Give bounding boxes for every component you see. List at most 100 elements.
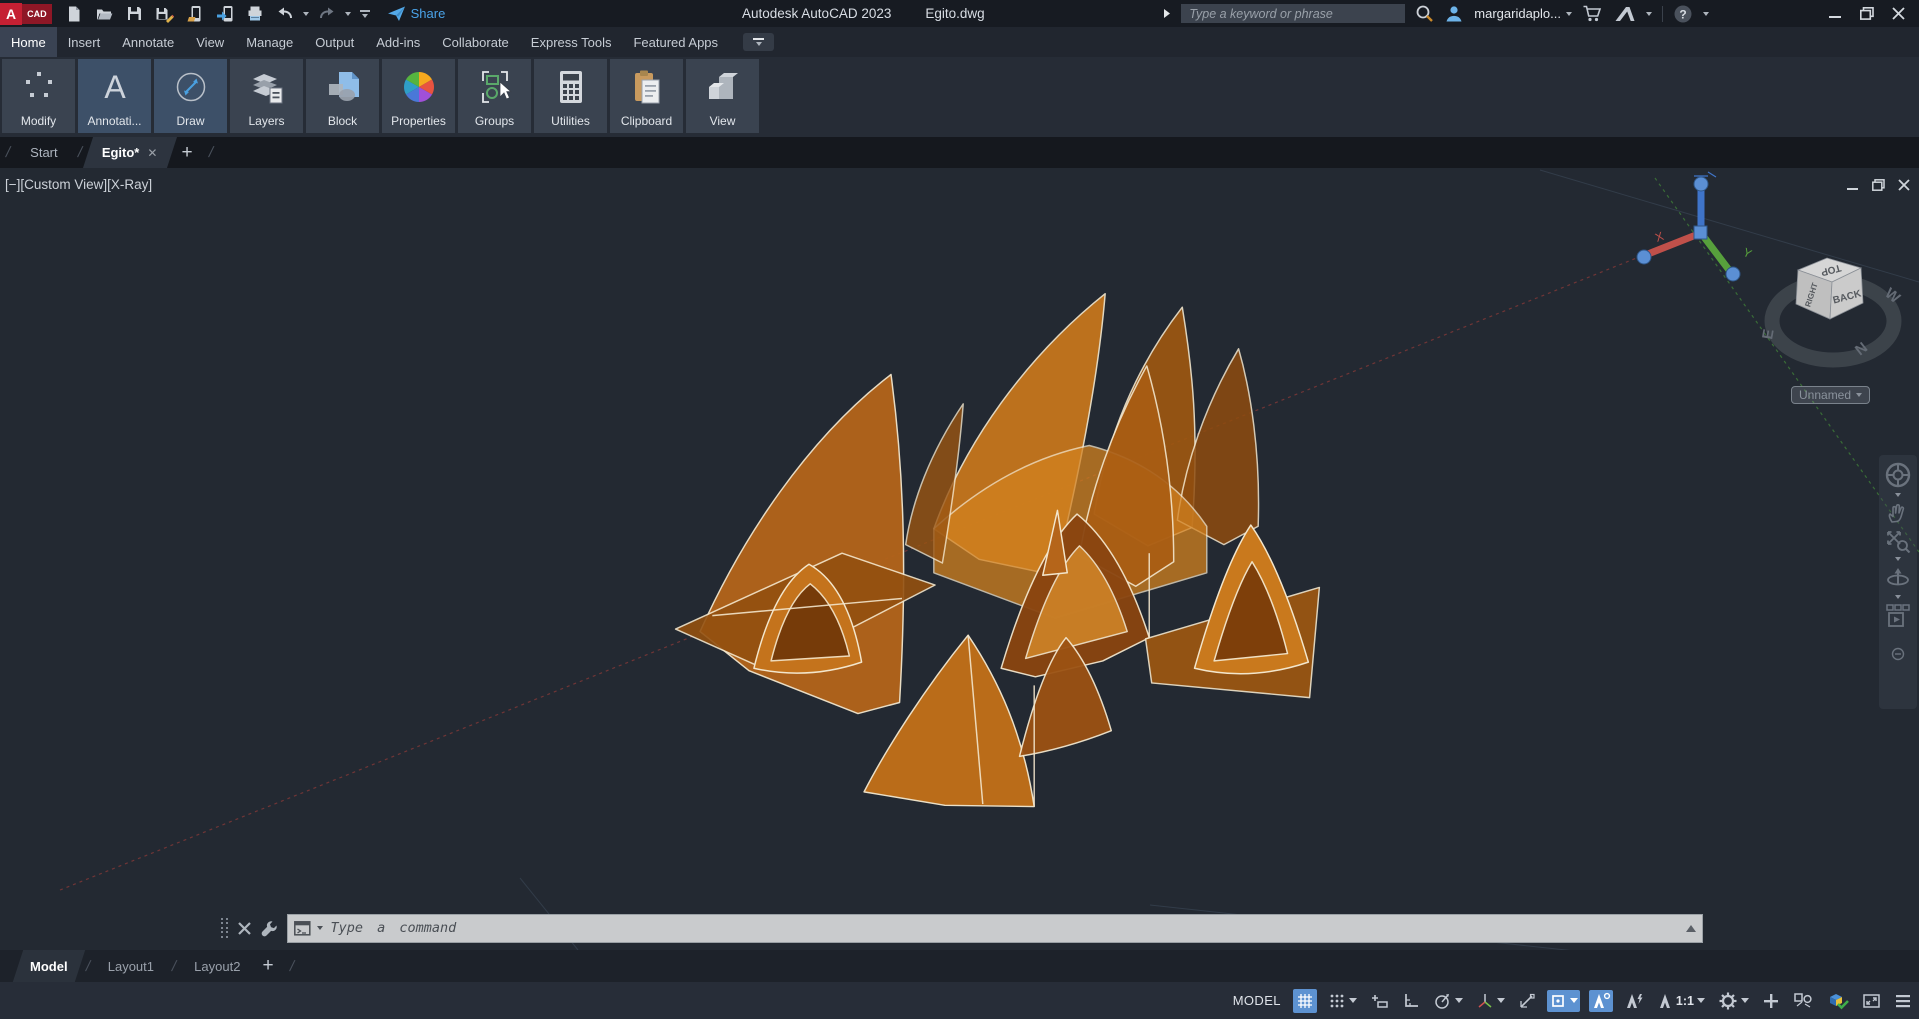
annotation-scale-button[interactable]: 1:1 xyxy=(1655,990,1707,1012)
panel-draw[interactable]: Draw xyxy=(154,59,227,133)
graphics-performance-button[interactable] xyxy=(1825,989,1851,1013)
new-drawing-tab-button[interactable]: + xyxy=(171,142,202,164)
upload-to-mobile-button[interactable] xyxy=(213,3,237,25)
viewcube[interactable]: W N E TOP RIGHT BACK xyxy=(1759,258,1904,360)
annotation-autoscale-toggle[interactable] xyxy=(1622,990,1646,1012)
zoom-caret[interactable] xyxy=(1895,557,1901,561)
workspace-settings-button[interactable] xyxy=(1716,989,1751,1013)
close-command-line-icon[interactable] xyxy=(237,921,252,936)
model-egito-shells[interactable] xyxy=(676,294,1320,807)
panel-annotation[interactable]: A Annotati... xyxy=(78,59,151,133)
command-history-up-icon[interactable] xyxy=(1686,925,1696,932)
help-icon[interactable]: ? xyxy=(1673,4,1693,24)
panel-properties[interactable]: Properties xyxy=(382,59,455,133)
annotation-visibility-toggle[interactable] xyxy=(1589,990,1613,1012)
customize-plus-button[interactable] xyxy=(1760,990,1782,1012)
customize-status-bar-button[interactable] xyxy=(1892,991,1914,1011)
layout-tab-layout2[interactable]: Layout2 xyxy=(182,950,252,982)
isolate-objects-button[interactable] xyxy=(1791,990,1816,1012)
open-from-mobile-button[interactable] xyxy=(183,3,207,25)
tab-output[interactable]: Output xyxy=(304,27,365,57)
isometric-drafting-toggle[interactable] xyxy=(1474,990,1507,1012)
open-file-button[interactable] xyxy=(92,3,117,25)
drawing-viewport[interactable]: X Y W N E TOP RIGHT BACK [−][Custom View… xyxy=(0,168,1919,950)
search-input[interactable] xyxy=(1181,4,1405,23)
steering-wheel-caret[interactable] xyxy=(1895,493,1901,497)
tab-featured-apps[interactable]: Featured Apps xyxy=(622,27,729,57)
search-icon[interactable] xyxy=(1415,4,1434,23)
command-options-caret[interactable] xyxy=(317,926,323,930)
dynamic-input-toggle[interactable] xyxy=(1368,990,1391,1012)
layout-tab-model[interactable]: Model xyxy=(18,950,80,982)
viewport-restore-icon[interactable] xyxy=(1872,179,1885,191)
object-snap-toggle[interactable] xyxy=(1547,990,1580,1012)
minimize-button[interactable] xyxy=(1829,7,1842,20)
tab-collaborate[interactable]: Collaborate xyxy=(431,27,520,57)
panel-clipboard[interactable]: Clipboard xyxy=(610,59,683,133)
plot-button[interactable] xyxy=(243,3,267,24)
grid-toggle[interactable] xyxy=(1293,989,1317,1013)
close-navbar-icon[interactable] xyxy=(1891,647,1905,661)
panel-modify[interactable]: Modify xyxy=(2,59,75,133)
cart-icon[interactable] xyxy=(1582,4,1604,23)
clean-screen-button[interactable] xyxy=(1860,990,1883,1012)
undo-button[interactable] xyxy=(273,4,297,23)
model-space-label[interactable]: MODEL xyxy=(1233,993,1281,1008)
new-layout-button[interactable]: + xyxy=(252,955,283,977)
file-tab-start[interactable]: Start xyxy=(16,137,71,168)
customize-command-line-icon[interactable] xyxy=(260,919,279,938)
steering-wheel-icon[interactable] xyxy=(1884,461,1912,489)
zoom-icon[interactable] xyxy=(1885,529,1911,553)
named-view-pill[interactable]: Unnamed xyxy=(1791,386,1870,404)
polar-tracking-toggle[interactable] xyxy=(1431,990,1465,1012)
close-button[interactable] xyxy=(1892,7,1905,20)
autocad-app-menu-button[interactable]: ACAD xyxy=(0,0,52,27)
snap-mode-toggle[interactable] xyxy=(1326,990,1359,1012)
recent-commands-icon[interactable] xyxy=(294,921,311,936)
tab-add-ins[interactable]: Add-ins xyxy=(365,27,431,57)
command-input[interactable] xyxy=(329,919,1681,937)
help-menu-caret[interactable] xyxy=(1703,12,1709,16)
tab-insert[interactable]: Insert xyxy=(57,27,112,57)
file-tab-egito[interactable]: Egito* ✕ xyxy=(88,137,172,168)
viewport-minimize-icon[interactable] xyxy=(1847,180,1859,191)
panel-view[interactable]: View xyxy=(686,59,759,133)
undo-dropdown[interactable] xyxy=(303,12,309,16)
restore-button[interactable] xyxy=(1860,7,1874,20)
panel-layers[interactable]: Layers xyxy=(230,59,303,133)
panel-block[interactable]: Block xyxy=(306,59,379,133)
tab-manage[interactable]: Manage xyxy=(235,27,304,57)
autodesk-logo-icon[interactable] xyxy=(1614,5,1636,23)
redo-dropdown[interactable] xyxy=(345,12,351,16)
panel-groups[interactable]: Groups xyxy=(458,59,531,133)
tab-annotate[interactable]: Annotate xyxy=(111,27,185,57)
ucs-gizmo[interactable]: X Y xyxy=(1637,172,1754,281)
search-expand-arrow[interactable] xyxy=(1163,8,1171,19)
customize-quick-access-button[interactable] xyxy=(357,8,373,20)
viewport-controls-label[interactable]: [−][Custom View][X-Ray] xyxy=(5,177,152,192)
save-button[interactable] xyxy=(123,3,146,24)
command-line-grip[interactable] xyxy=(221,918,229,939)
showmotion-icon[interactable] xyxy=(1884,603,1912,629)
tab-express-tools[interactable]: Express Tools xyxy=(520,27,623,57)
new-file-button[interactable] xyxy=(62,3,86,25)
tab-view[interactable]: View xyxy=(185,27,235,57)
orbit-icon[interactable] xyxy=(1885,565,1911,591)
layout-tab-layout1[interactable]: Layout1 xyxy=(96,950,166,982)
close-file-tab-icon[interactable]: ✕ xyxy=(147,146,157,160)
pan-hand-icon[interactable] xyxy=(1886,501,1910,525)
viewport-close-icon[interactable] xyxy=(1898,179,1910,191)
save-as-button[interactable] xyxy=(152,3,177,25)
redo-button[interactable] xyxy=(315,4,339,23)
object-snap-tracking-icon xyxy=(1518,992,1536,1010)
command-bar[interactable] xyxy=(287,914,1704,943)
autodesk-menu-caret[interactable] xyxy=(1646,12,1652,16)
ortho-toggle[interactable] xyxy=(1400,990,1422,1012)
panel-utilities[interactable]: Utilities xyxy=(534,59,607,133)
user-menu[interactable]: margaridaplo... xyxy=(1474,6,1572,21)
ribbon-display-toggle[interactable] xyxy=(743,33,774,51)
share-button[interactable]: Share xyxy=(387,5,446,22)
object-snap-tracking-toggle[interactable] xyxy=(1516,990,1538,1012)
tab-home[interactable]: Home xyxy=(0,27,57,57)
orbit-caret[interactable] xyxy=(1895,595,1901,599)
